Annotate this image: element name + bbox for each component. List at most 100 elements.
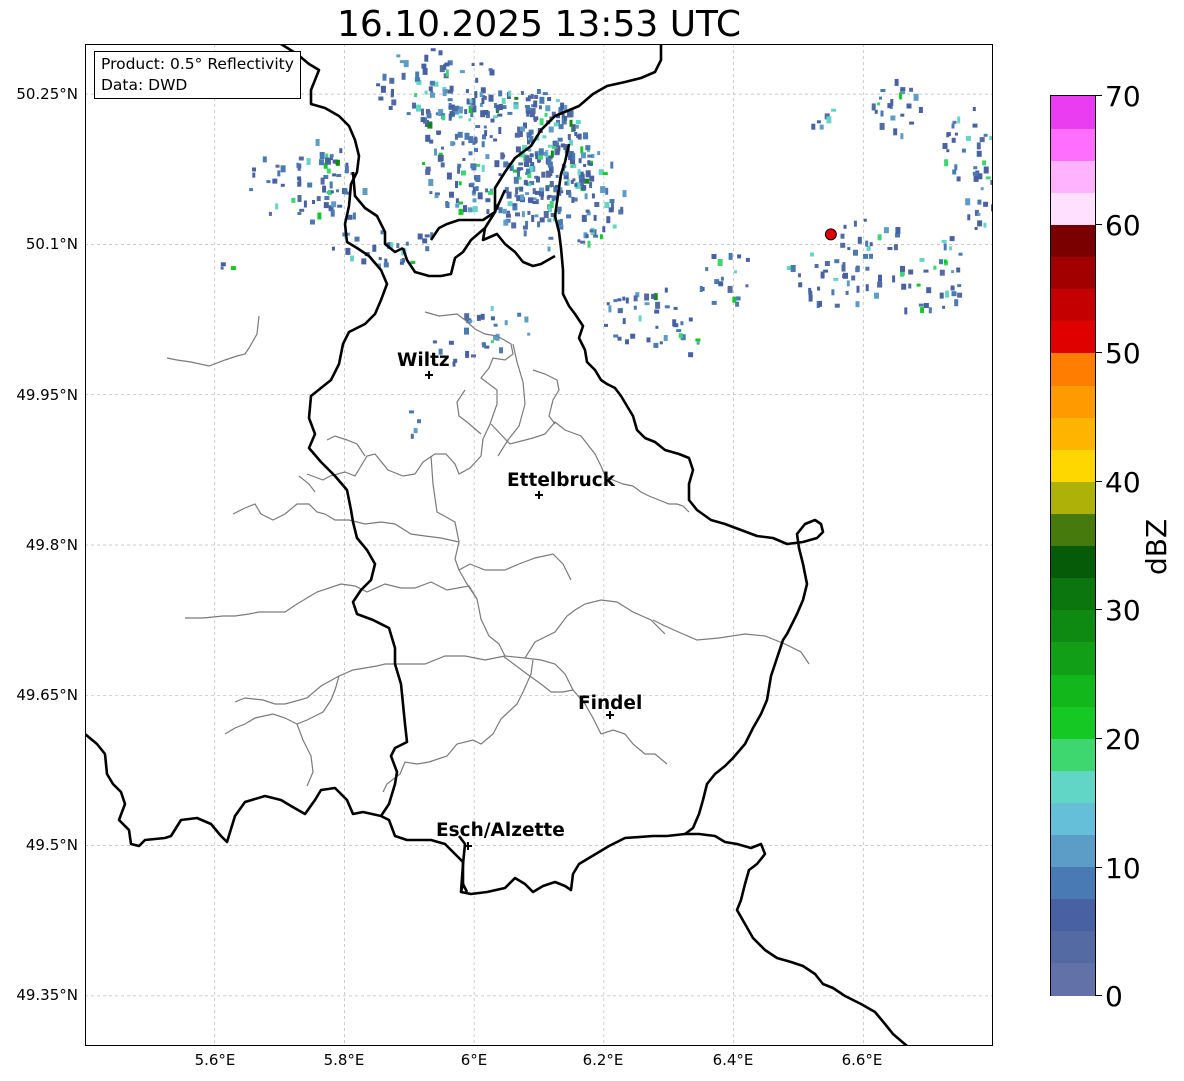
echo-cell (463, 205, 467, 213)
echo-cell (908, 269, 914, 275)
echo-cell (869, 242, 873, 247)
colorbar-tickmark (1096, 95, 1102, 96)
echo-cell (900, 113, 905, 117)
echo-cell (390, 91, 394, 98)
echo-cell (664, 305, 670, 309)
city-marker (606, 711, 615, 720)
echo-cell (452, 107, 458, 112)
echo-cell (515, 146, 521, 153)
echo-cell (946, 132, 951, 137)
echo-cell (417, 419, 421, 424)
echo-cell (220, 262, 226, 267)
echo-cell (425, 168, 431, 175)
echo-cell (298, 156, 304, 161)
echo-cell (472, 206, 478, 213)
echo-cell (734, 270, 737, 274)
echo-cell (977, 173, 983, 180)
echo-cell (485, 188, 489, 193)
echo-cell (549, 201, 554, 208)
echo-cell (372, 244, 377, 252)
echo-cell (325, 158, 329, 164)
echo-cell (515, 187, 519, 195)
echo-cell (523, 179, 528, 185)
echo-cell (893, 128, 898, 136)
echo-cell (965, 198, 971, 206)
echo-cell (943, 243, 947, 251)
echo-cell (633, 305, 637, 310)
echo-cell (506, 191, 512, 199)
echo-cell (541, 171, 546, 178)
echo-cell (954, 132, 958, 136)
echo-cell (613, 299, 618, 303)
echo-cell (547, 194, 552, 198)
colorbar-segment (1051, 577, 1095, 611)
colorbar-tick-20: 20 (1105, 723, 1141, 756)
echo-cell (525, 220, 529, 226)
echo-cell (297, 212, 302, 215)
echo-cell (472, 198, 477, 203)
echo-cell (602, 226, 606, 233)
echo-cell (312, 200, 315, 204)
echo-cell (490, 306, 494, 311)
echo-cell (880, 110, 884, 117)
echo-cell (424, 90, 428, 95)
echo-cell (961, 148, 966, 153)
echo-cell (442, 89, 447, 97)
echo-cell (545, 105, 551, 112)
echo-cell (534, 95, 539, 99)
echo-cell (842, 262, 846, 269)
colorbar-segment (1051, 866, 1095, 900)
echo-cell (483, 110, 489, 115)
echo-cell (403, 60, 409, 68)
echo-cell (939, 269, 945, 276)
echo-cell (560, 143, 565, 148)
echo-cell (526, 168, 530, 174)
echo-cell (399, 261, 404, 265)
echo-cell (580, 240, 586, 244)
echo-cell (455, 198, 459, 204)
echo-cell (498, 173, 502, 177)
echo-cell (434, 148, 437, 156)
echo-cell (378, 257, 382, 261)
colorbar-segment (1051, 417, 1095, 450)
echo-cell (518, 176, 522, 180)
echo-cell (499, 347, 503, 354)
echo-cell (362, 188, 368, 195)
product-label: Product: 0.5° Reflectivity (101, 55, 294, 73)
colorbar-segment (1051, 609, 1095, 643)
echo-cell (449, 85, 454, 92)
echo-cell (391, 99, 397, 106)
echo-cell (732, 296, 737, 303)
echo-cell (880, 89, 886, 92)
echo-cell (727, 285, 733, 293)
echo-cell (542, 92, 548, 96)
echo-cell (507, 111, 513, 115)
colorbar-segment (1051, 320, 1095, 354)
echo-cell (979, 137, 985, 143)
echo-cell (505, 213, 511, 218)
echo-cell (956, 267, 961, 273)
echo-cell (484, 130, 488, 137)
echo-cell (585, 145, 591, 151)
echo-cell (737, 254, 742, 259)
echo-cell (983, 166, 989, 174)
echo-cell (871, 103, 876, 111)
echo-cell (562, 171, 568, 176)
echo-cell (597, 151, 601, 156)
echo-cell (530, 108, 536, 115)
echo-cell (548, 236, 554, 240)
echo-cell (434, 195, 439, 199)
echo-cell (490, 340, 494, 344)
echo-cell (941, 239, 947, 243)
echo-cell (488, 68, 493, 72)
echo-cell (378, 96, 384, 101)
echo-cell (518, 162, 524, 166)
echo-cell (485, 154, 490, 160)
echo-cell (543, 151, 548, 156)
echo-cell (909, 121, 915, 125)
echo-cell (441, 146, 444, 150)
echo-cell (440, 162, 445, 168)
echo-cell (497, 113, 503, 117)
echo-cell (436, 130, 442, 135)
city-marker (535, 490, 543, 499)
